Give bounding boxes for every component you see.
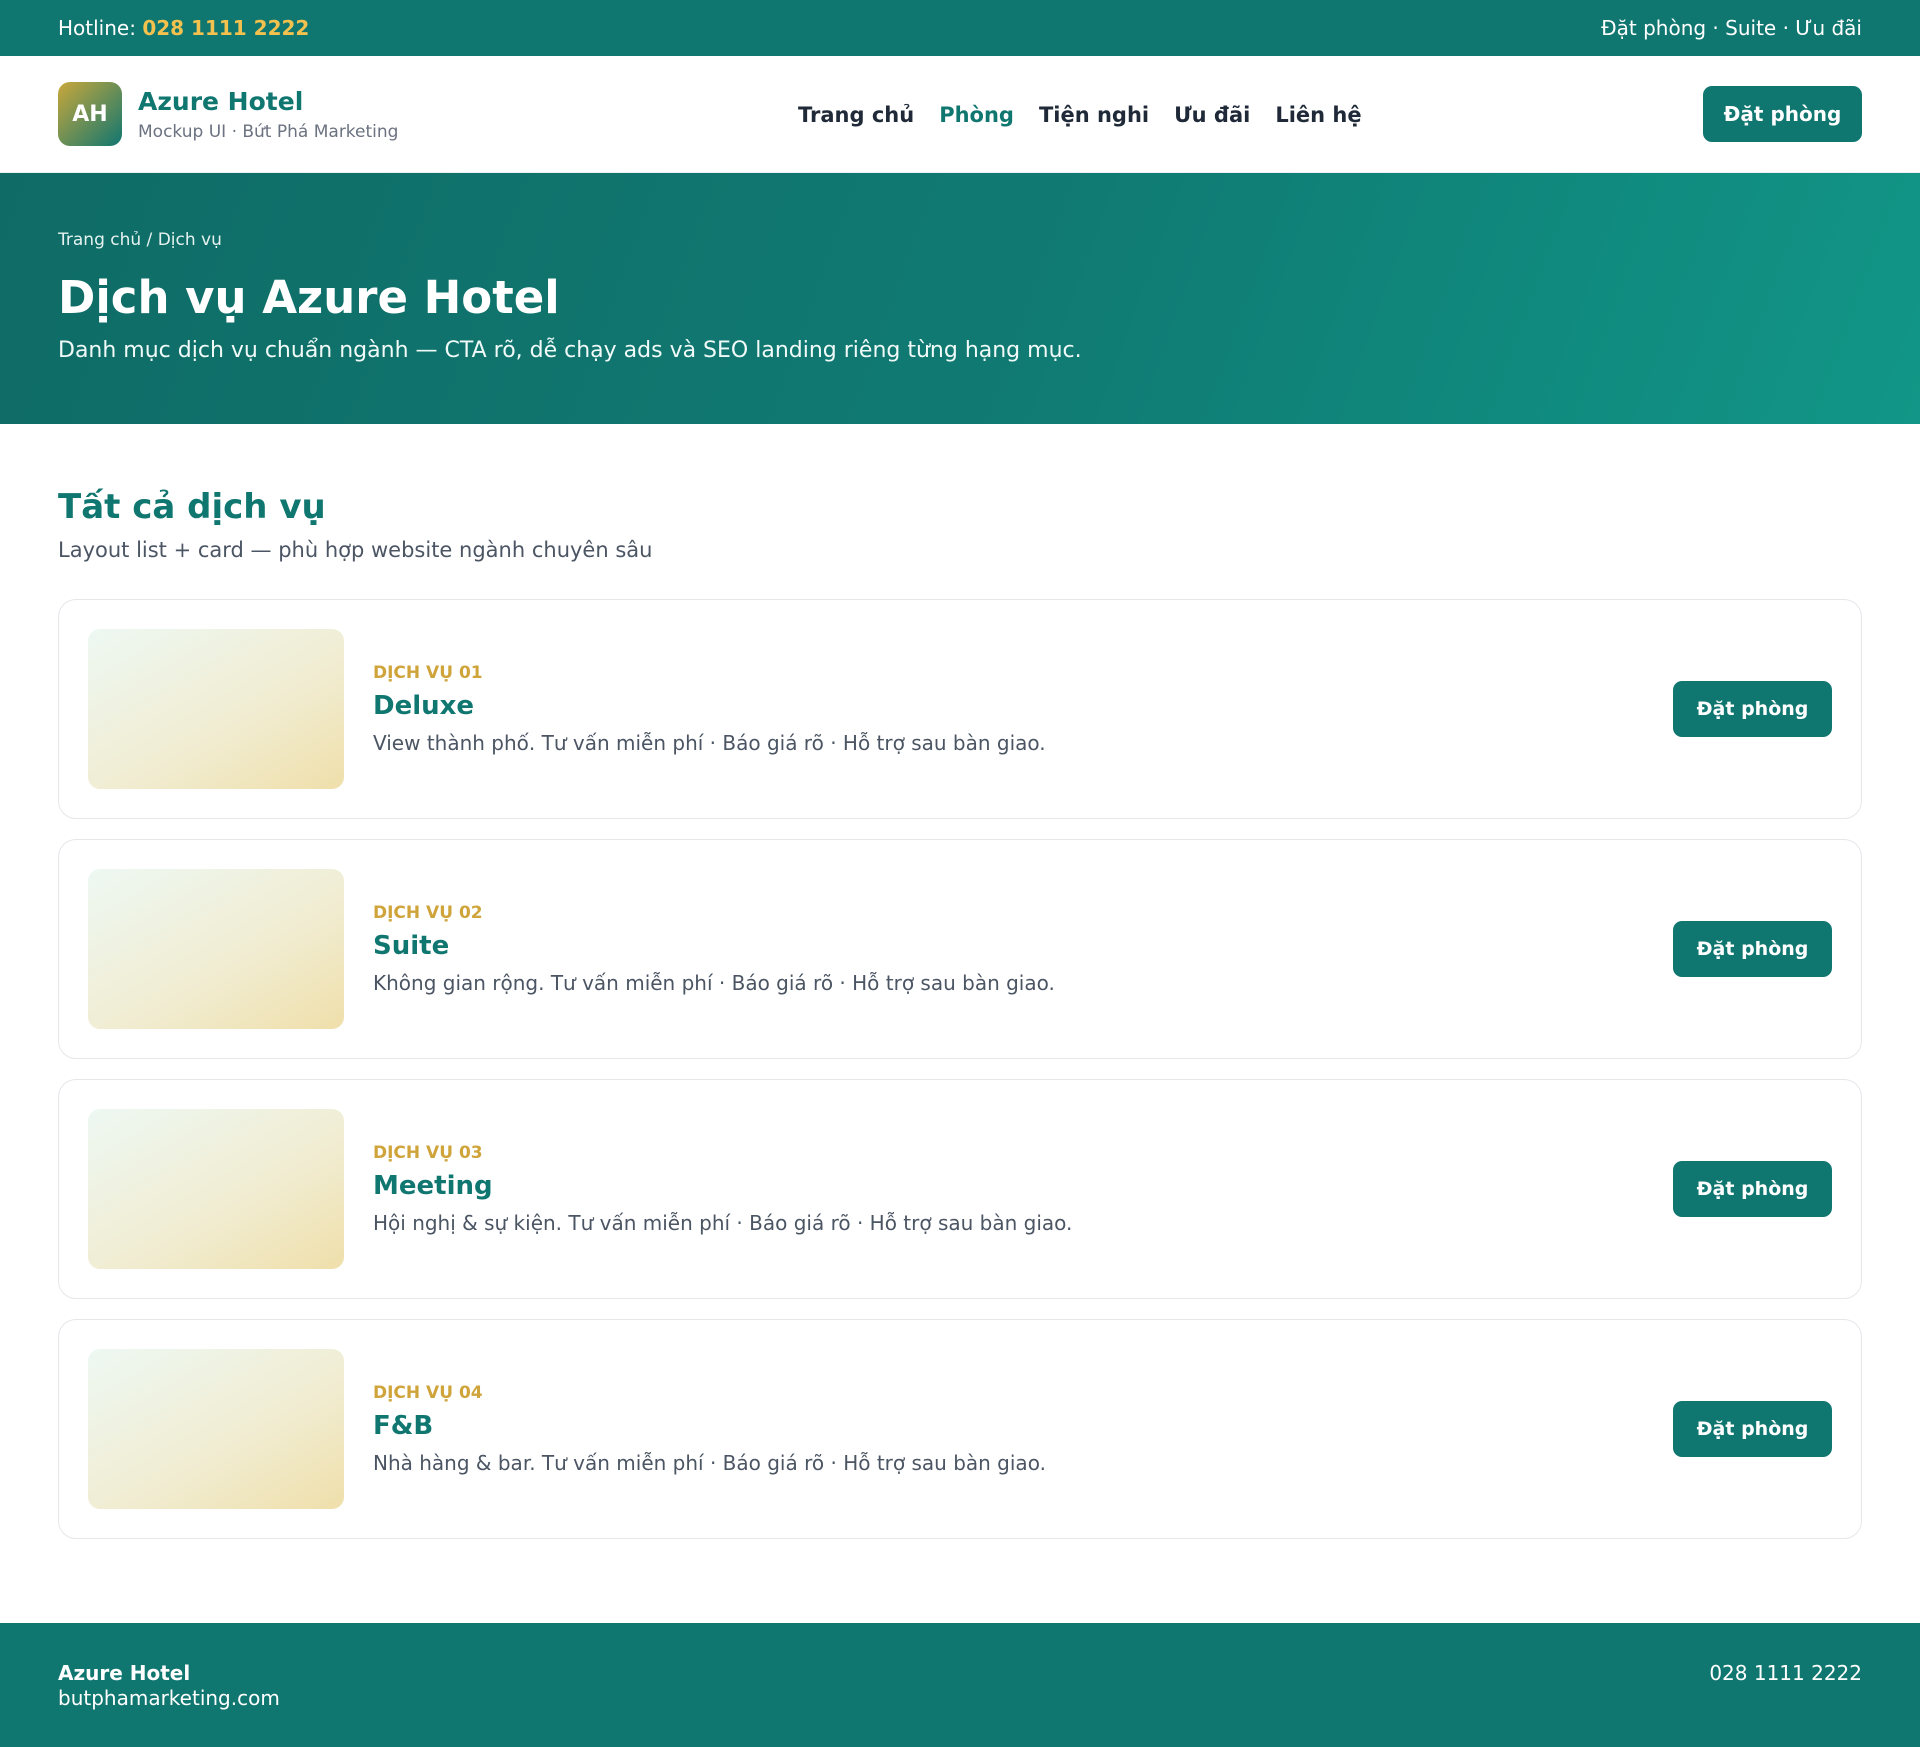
hero-subtitle: Danh mục dịch vụ chuẩn ngành — CTA rõ, d… [58, 338, 1082, 363]
site-footer: Azure Hotel butphamarketing.com 028 1111… [0, 1623, 1920, 1747]
page-title: Dịch vụ Azure Hotel [58, 271, 560, 324]
book-suite-button[interactable]: Đặt phòng [1673, 921, 1832, 977]
service-thumbnail [88, 629, 344, 789]
service-thumbnail [88, 1349, 344, 1509]
hotline: Hotline: 028 1111 2222 [58, 16, 309, 40]
footer-website[interactable]: butphamarketing.com [58, 1686, 280, 1710]
service-card: DỊCH VỤ 03 Meeting Hội nghị & sự kiện. T… [58, 1079, 1862, 1299]
service-card: DỊCH VỤ 01 Deluxe View thành phố. Tư vấn… [58, 599, 1862, 819]
service-name: Deluxe [373, 691, 475, 721]
topbar-links[interactable]: Đặt phòng · Suite · Ưu đãi [1601, 16, 1862, 40]
service-tag: DỊCH VỤ 02 [373, 903, 483, 923]
service-description: Nhà hàng & bar. Tư vấn miễn phí · Báo gi… [373, 1451, 1046, 1475]
brand-subtitle: Mockup UI · Bứt Phá Marketing [138, 121, 399, 142]
nav-home[interactable]: Trang chủ [798, 103, 914, 127]
nav-amenities[interactable]: Tiện nghi [1039, 103, 1149, 127]
breadcrumb[interactable]: Trang chủ / Dịch vụ [58, 230, 222, 250]
service-card: DỊCH VỤ 04 F&B Nhà hàng & bar. Tư vấn mi… [58, 1319, 1862, 1539]
service-thumbnail [88, 869, 344, 1029]
logo[interactable]: AH Azure Hotel Mockup UI · Bứt Phá Marke… [58, 82, 398, 146]
nav-rooms[interactable]: Phòng [939, 103, 1014, 127]
section-title: Tất cả dịch vụ [58, 487, 326, 527]
service-list: DỊCH VỤ 01 Deluxe View thành phố. Tư vấn… [58, 599, 1862, 1559]
service-tag: DỊCH VỤ 01 [373, 663, 483, 683]
service-info: DỊCH VỤ 03 Meeting Hội nghị & sự kiện. T… [373, 1143, 1072, 1235]
book-meeting-button[interactable]: Đặt phòng [1673, 1161, 1832, 1217]
header-book-button[interactable]: Đặt phòng [1703, 86, 1862, 142]
service-thumbnail [88, 1109, 344, 1269]
service-info: DỊCH VỤ 02 Suite Không gian rộng. Tư vấn… [373, 903, 1055, 995]
service-description: Không gian rộng. Tư vấn miễn phí · Báo g… [373, 971, 1055, 995]
service-info: DỊCH VỤ 04 F&B Nhà hàng & bar. Tư vấn mi… [373, 1383, 1046, 1475]
nav-offers[interactable]: Ưu đãi [1174, 103, 1250, 127]
service-card: DỊCH VỤ 02 Suite Không gian rộng. Tư vấn… [58, 839, 1862, 1059]
service-name: F&B [373, 1411, 434, 1441]
footer-brand: Azure Hotel [58, 1661, 191, 1685]
logo-mark: AH [58, 82, 122, 146]
hotline-label: Hotline: [58, 16, 136, 40]
nav-contact[interactable]: Liên hệ [1275, 103, 1361, 127]
service-description: View thành phố. Tư vấn miễn phí · Báo gi… [373, 731, 1046, 755]
book-fnb-button[interactable]: Đặt phòng [1673, 1401, 1832, 1457]
book-deluxe-button[interactable]: Đặt phòng [1673, 681, 1832, 737]
hero-banner: Trang chủ / Dịch vụ Dịch vụ Azure Hotel … [0, 173, 1920, 424]
service-name: Suite [373, 931, 450, 961]
top-bar: Hotline: 028 1111 2222 Đặt phòng · Suite… [0, 0, 1920, 56]
main-nav: Trang chủ Phòng Tiện nghi Ưu đãi Liên hệ [798, 56, 1387, 173]
logo-text: Azure Hotel Mockup UI · Bứt Phá Marketin… [138, 87, 398, 142]
service-info: DỊCH VỤ 01 Deluxe View thành phố. Tư vấn… [373, 663, 1046, 755]
site-header: AH Azure Hotel Mockup UI · Bứt Phá Marke… [0, 56, 1920, 173]
service-tag: DỊCH VỤ 04 [373, 1383, 483, 1403]
hotline-number[interactable]: 028 1111 2222 [142, 16, 309, 40]
brand-name: Azure Hotel [138, 86, 304, 116]
footer-phone[interactable]: 028 1111 2222 [1709, 1661, 1862, 1685]
service-description: Hội nghị & sự kiện. Tư vấn miễn phí · Bá… [373, 1211, 1073, 1235]
service-name: Meeting [373, 1171, 493, 1201]
service-tag: DỊCH VỤ 03 [373, 1143, 483, 1163]
section-subtitle: Layout list + card — phù hợp website ngà… [58, 538, 653, 562]
